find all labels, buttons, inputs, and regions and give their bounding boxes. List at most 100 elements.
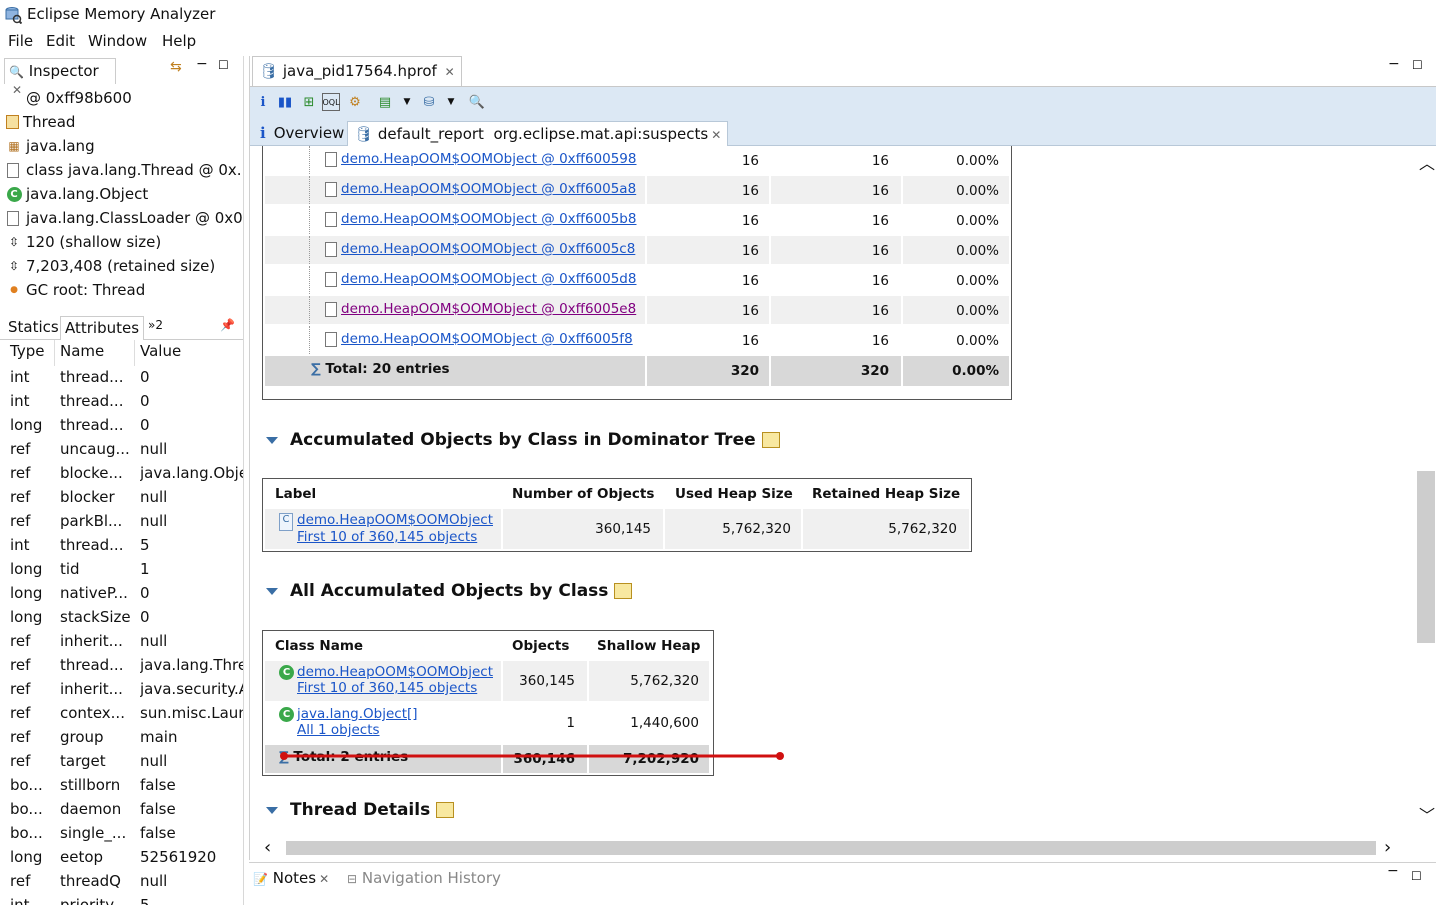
run-report-icon[interactable]: ▤ <box>376 93 394 111</box>
attribute-row[interactable]: bo... single_... false <box>0 822 243 846</box>
attribute-row[interactable]: ref blocker null <box>0 486 243 510</box>
attribute-row[interactable]: ref group main <box>0 726 243 750</box>
thread-overview-icon[interactable]: ⚙ <box>346 93 364 111</box>
tab-default-report[interactable]: 🛢 default_report org.eclipse.mat.api:sus… <box>347 121 729 146</box>
attribute-value: 52561920 <box>140 848 217 866</box>
scroll-left-icon[interactable]: ‹ <box>264 837 271 858</box>
tab-notes[interactable]: 📝 Notes ✕ <box>253 869 329 887</box>
object-link[interactable]: demo.HeapOOM$OOMObject @ 0xff6005b8 <box>341 211 636 227</box>
tab-overview[interactable]: i Overview <box>254 121 350 146</box>
collapse-icon[interactable] <box>266 806 278 814</box>
class-link[interactable]: java.lang.Object[] <box>297 706 418 722</box>
link-with-editor-icon[interactable]: ⇆ <box>170 59 182 75</box>
column-header-name[interactable]: Name <box>60 342 104 364</box>
object-link[interactable]: demo.HeapOOM$OOMObject @ 0xff600598 <box>341 151 637 167</box>
close-icon[interactable]: ✕ <box>445 65 455 79</box>
attribute-row[interactable]: ref contex... sun.misc.Laun <box>0 702 243 726</box>
attribute-row[interactable]: bo... stillborn false <box>0 774 243 798</box>
attribute-row[interactable]: long stackSize 0 <box>0 606 243 630</box>
attribute-row[interactable]: int thread... 0 <box>0 366 243 390</box>
maximize-icon[interactable]: ☐ <box>218 58 229 72</box>
attribute-value: null <box>140 632 168 650</box>
menu-file[interactable]: File <box>8 32 33 50</box>
objects-link[interactable]: First 10 of 360,145 objects <box>297 680 477 696</box>
attribute-row[interactable]: int thread... 5 <box>0 534 243 558</box>
minimize-icon[interactable]: − <box>1388 56 1400 72</box>
chevron-down-icon[interactable]: ▼ <box>398 93 416 111</box>
attribute-row[interactable]: long nativeP... 0 <box>0 582 243 606</box>
scroll-down-icon[interactable]: ﹀ <box>1419 802 1435 826</box>
percent-cell: 0.00% <box>903 266 1009 294</box>
object-link[interactable]: demo.HeapOOM$OOMObject @ 0xff6005d8 <box>341 271 636 287</box>
attribute-value: java.lang.Thre <box>140 656 244 674</box>
column-header-type[interactable]: Type <box>10 342 44 364</box>
attribute-row[interactable]: int thread... 0 <box>0 390 243 414</box>
chevron-down-icon[interactable]: ▼ <box>442 93 460 111</box>
attribute-row[interactable]: ref parkBl... null <box>0 510 243 534</box>
attribute-value: false <box>140 824 176 842</box>
object-link[interactable]: demo.HeapOOM$OOMObject @ 0xff6005f8 <box>341 331 633 347</box>
retained-value: 16 <box>871 183 889 199</box>
tab-statics[interactable]: Statics <box>4 316 63 340</box>
close-icon[interactable]: ✕ <box>711 128 721 142</box>
vertical-scrollbar[interactable]: ︿ ﹀ <box>1415 146 1436 836</box>
horizontal-scrollbar[interactable]: ‹ › <box>250 836 1415 860</box>
attribute-row[interactable]: long thread... 0 <box>0 414 243 438</box>
section-thread-details[interactable]: Thread Details <box>266 800 455 820</box>
minimize-icon[interactable]: − <box>1387 863 1399 879</box>
attribute-row[interactable]: bo... daemon false <box>0 798 243 822</box>
vertical-scroll-thumb[interactable] <box>1417 471 1435 643</box>
horizontal-scroll-thumb[interactable] <box>286 841 1376 855</box>
minimize-icon[interactable]: − <box>196 56 208 72</box>
column-header-value[interactable]: Value <box>140 342 181 364</box>
search-icon[interactable]: 🔍 <box>468 93 486 111</box>
attribute-row[interactable]: long tid 1 <box>0 558 243 582</box>
attribute-row[interactable]: long eetop 52561920 <box>0 846 243 870</box>
attribute-row[interactable]: int priority 5 <box>0 894 243 905</box>
column-header-retained-heap: Retained Heap Size <box>812 486 961 502</box>
query-browser-icon[interactable]: ⛁ <box>420 93 438 111</box>
query-link-icon[interactable] <box>614 583 633 599</box>
tab-heap-dump[interactable]: 🛢 java_pid17564.hprof ✕ <box>252 56 462 86</box>
collapse-icon[interactable] <box>266 587 278 595</box>
attribute-row[interactable]: ref threadQ null <box>0 870 243 894</box>
scroll-right-icon[interactable]: › <box>1384 837 1391 858</box>
query-link-icon[interactable] <box>761 432 780 448</box>
attribute-row[interactable]: ref target null <box>0 750 243 774</box>
histogram-icon[interactable]: ▮▮ <box>276 93 294 111</box>
class-link[interactable]: demo.HeapOOM$OOMObject <box>297 512 493 528</box>
attribute-row[interactable]: ref inherit... null <box>0 630 243 654</box>
query-link-icon[interactable] <box>436 802 455 818</box>
object-link[interactable]: demo.HeapOOM$OOMObject @ 0xff6005c8 <box>341 241 635 257</box>
class-link[interactable]: demo.HeapOOM$OOMObject <box>297 664 493 680</box>
maximize-icon[interactable]: ☐ <box>1411 869 1422 883</box>
tab-navigation-history[interactable]: ⊟ Navigation History <box>347 869 501 887</box>
object-link[interactable]: demo.HeapOOM$OOMObject @ 0xff6005e8 <box>341 301 636 317</box>
attribute-row[interactable]: ref blocke... java.lang.Obje <box>0 462 243 486</box>
tab-overflow[interactable]: »2 <box>144 316 167 340</box>
attribute-row[interactable]: ref inherit... java.security.A <box>0 678 243 702</box>
scroll-up-icon[interactable]: ︿ <box>1419 150 1435 174</box>
objects-link[interactable]: All 1 objects <box>297 722 380 738</box>
collapse-icon[interactable] <box>266 436 278 444</box>
attribute-row[interactable]: ref thread... java.lang.Thre <box>0 654 244 678</box>
info-icon[interactable]: i <box>254 93 272 111</box>
objects-link[interactable]: First 10 of 360,145 objects <box>297 529 477 545</box>
oql-icon[interactable]: OQL <box>322 93 340 111</box>
pin-icon[interactable]: 📌 <box>220 318 235 332</box>
close-icon[interactable]: ✕ <box>319 872 329 886</box>
maximize-icon[interactable]: ☐ <box>1412 58 1423 72</box>
section-dominator-accumulated[interactable]: Accumulated Objects by Class in Dominato… <box>266 430 780 450</box>
tree-line <box>309 296 323 324</box>
tab-inspector[interactable]: 🔍 Inspector ✕ <box>4 58 116 97</box>
menu-edit[interactable]: Edit <box>46 32 75 50</box>
inspector-address: @ 0xff98b600 <box>6 87 132 109</box>
dominator-tree-icon[interactable]: ⊞ <box>300 93 318 111</box>
section-all-accumulated[interactable]: All Accumulated Objects by Class <box>266 581 633 601</box>
menu-window[interactable]: Window <box>88 32 147 50</box>
tab-attributes[interactable]: Attributes <box>60 316 145 340</box>
menu-help[interactable]: Help <box>162 32 196 50</box>
object-link[interactable]: demo.HeapOOM$OOMObject @ 0xff6005a8 <box>341 181 636 197</box>
attribute-type: long <box>10 416 43 434</box>
attribute-row[interactable]: ref uncaug... null <box>0 438 243 462</box>
